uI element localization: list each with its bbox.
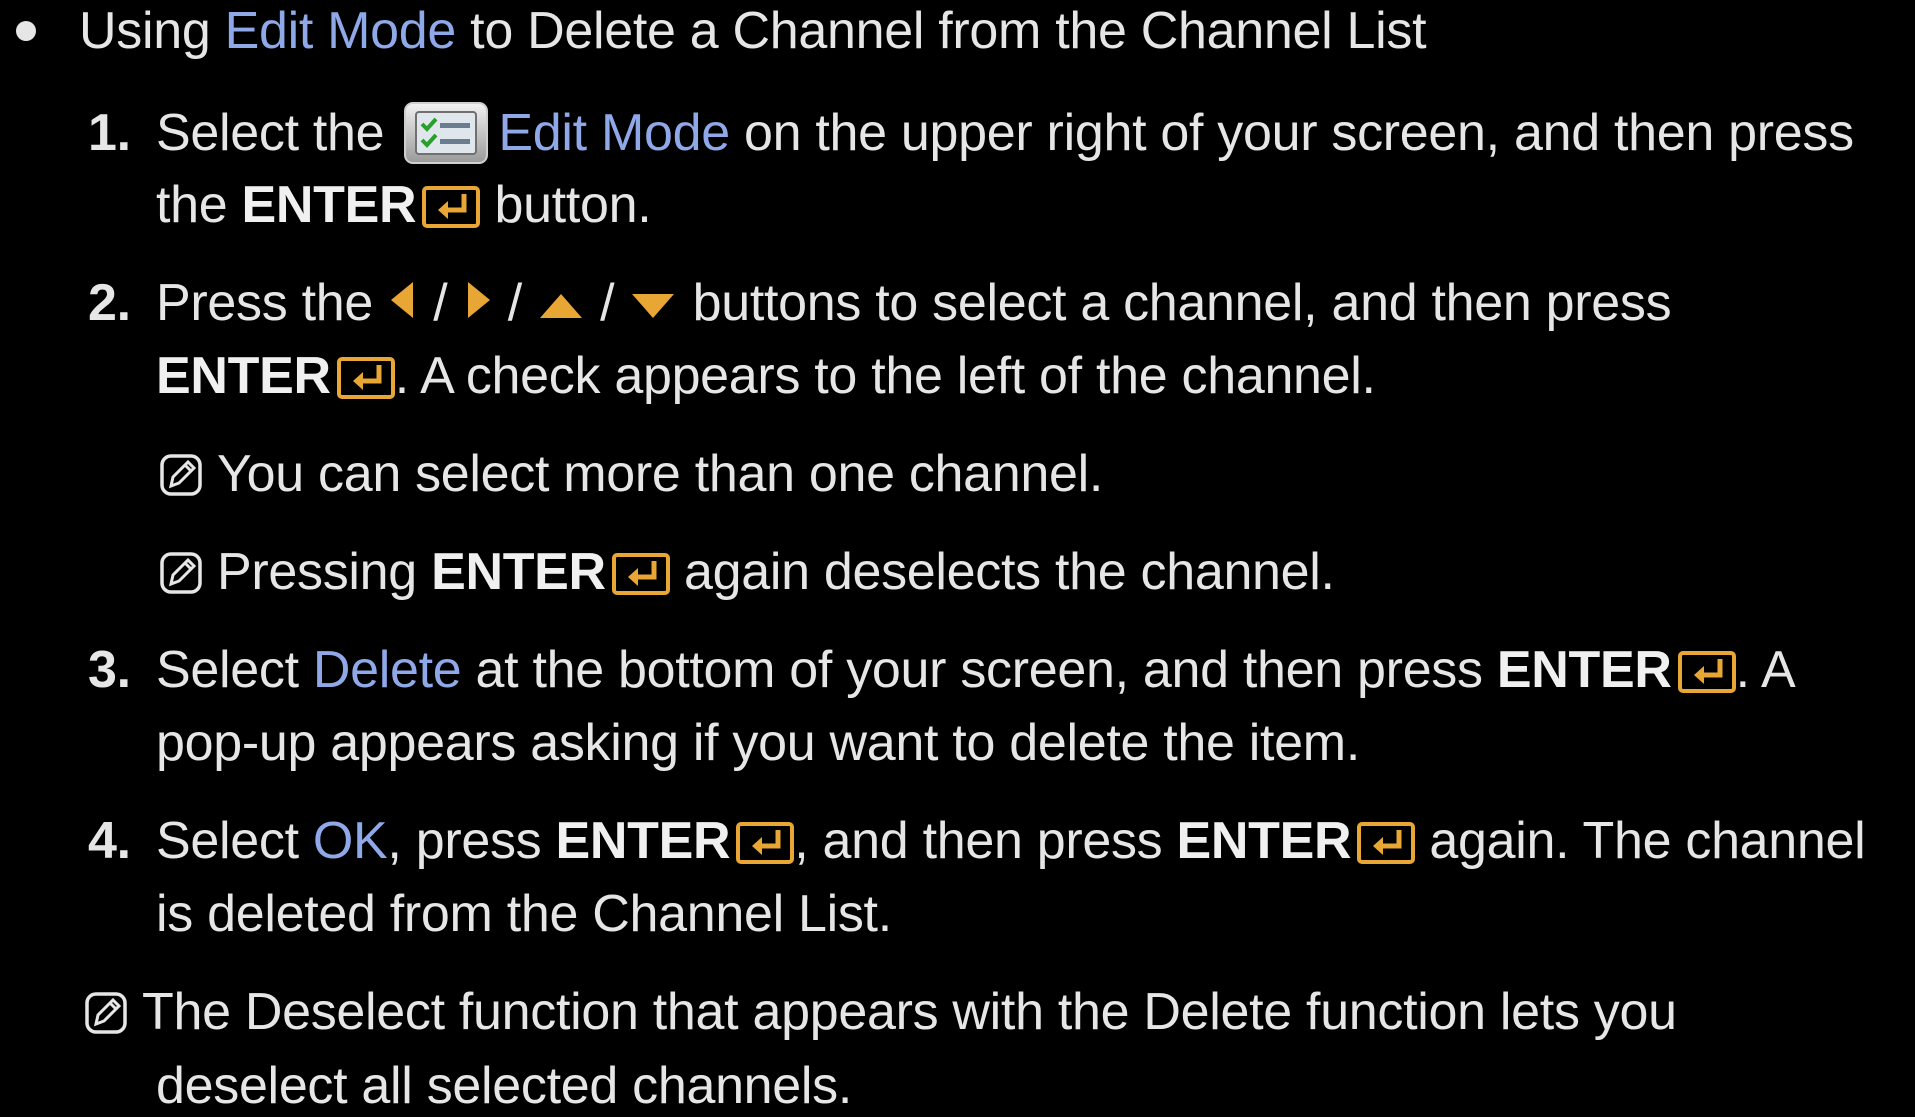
step-text: is deleted from the Channel List.: [156, 885, 892, 943]
final-note-line-1: The Deselect function that appears with …: [84, 981, 1677, 1043]
step-text: Press the: [156, 274, 388, 332]
step-text: on the upper right of your screen, and t…: [729, 104, 1854, 162]
enter-key-icon: [1357, 822, 1416, 864]
note-text: deselect all selected channels.: [156, 1057, 853, 1115]
step-text: Select: [156, 641, 313, 699]
enter-key-icon: [336, 357, 395, 399]
step-text: , and then press: [794, 812, 1177, 870]
step-2-line-2: ENTER . A check appears to the left of t…: [156, 345, 1376, 407]
step-text: , press: [387, 812, 556, 870]
enter-key-icon: [1677, 651, 1736, 693]
step-number: 3.: [88, 641, 131, 699]
right-arrow-icon: [462, 278, 494, 322]
step-number: 1.: [88, 104, 131, 162]
note-icon: [159, 453, 203, 497]
step-number: 4.: [88, 812, 131, 870]
enter-label: ENTER: [1176, 812, 1352, 870]
heading-suffix: to Delete a Channel from the Channel Lis…: [456, 2, 1427, 60]
step-text: buttons to select a channel, and then pr…: [678, 274, 1672, 332]
edit-mode-icon: [404, 102, 489, 164]
step-1-line-1: 1. Select the Edit Mode on the upper righ…: [88, 102, 1854, 164]
separator: /: [419, 274, 462, 332]
step-text: again. The channel: [1415, 812, 1866, 870]
enter-label: ENTER: [156, 347, 331, 405]
step-text: . A: [1735, 641, 1796, 699]
note-text: Pressing: [217, 543, 432, 601]
down-arrow-icon: [628, 288, 678, 322]
note-icon: [84, 991, 128, 1035]
step-number: 2.: [88, 274, 131, 332]
enter-label: ENTER: [555, 812, 731, 870]
heading-prefix: Using: [79, 2, 225, 60]
up-arrow-icon: [536, 288, 586, 322]
ok-label: OK: [312, 812, 388, 870]
separator: /: [493, 274, 537, 332]
separator: /: [586, 274, 629, 332]
heading-highlight-edit-mode: Edit Mode: [224, 2, 457, 60]
section-heading: Using Edit Mode to Delete a Channel from…: [0, 0, 1427, 62]
step-4-line-2: is deleted from the Channel List.: [156, 883, 892, 945]
step-2-line-1: 2. Press the / / / buttons to select a ch…: [88, 272, 1672, 334]
step-3-line-1: 3. Select Delete at the bottom of your sc…: [88, 639, 1796, 701]
enter-key-icon: [736, 822, 795, 864]
bullet-icon: [16, 21, 36, 41]
step-text: at the bottom of your screen, and then p…: [461, 641, 1497, 699]
step-text: . A check appears to the left of the cha…: [394, 347, 1376, 405]
enter-key-icon: [611, 553, 670, 595]
enter-label: ENTER: [1496, 641, 1672, 699]
delete-label: Delete: [312, 641, 462, 699]
step-3-line-2: pop-up appears asking if you want to del…: [156, 712, 1360, 774]
step-1-line-2: the ENTER button.: [156, 174, 652, 236]
note-text: The Deselect function that appears with …: [142, 983, 1677, 1041]
note-2: Pressing ENTER again deselects the chann…: [159, 541, 1335, 603]
note-1: You can select more than one channel.: [159, 443, 1103, 505]
note-text: again deselects the channel.: [669, 543, 1335, 601]
step-text: pop-up appears asking if you want to del…: [156, 714, 1360, 772]
step-text: the: [156, 176, 242, 234]
enter-label: ENTER: [241, 176, 417, 234]
final-note-line-2: deselect all selected channels.: [156, 1055, 852, 1117]
step-text: button.: [480, 176, 652, 234]
enter-key-icon: [422, 186, 481, 228]
note-icon: [159, 551, 203, 595]
edit-mode-label: Edit Mode: [498, 104, 730, 162]
step-text: Select the: [156, 104, 399, 162]
step-4-line-1: 4. Select OK, press ENTER , and then pres…: [88, 810, 1866, 872]
step-text: Select: [156, 812, 313, 870]
enter-label: ENTER: [431, 543, 606, 601]
note-text: You can select more than one channel.: [217, 445, 1104, 503]
left-arrow-icon: [387, 278, 419, 322]
